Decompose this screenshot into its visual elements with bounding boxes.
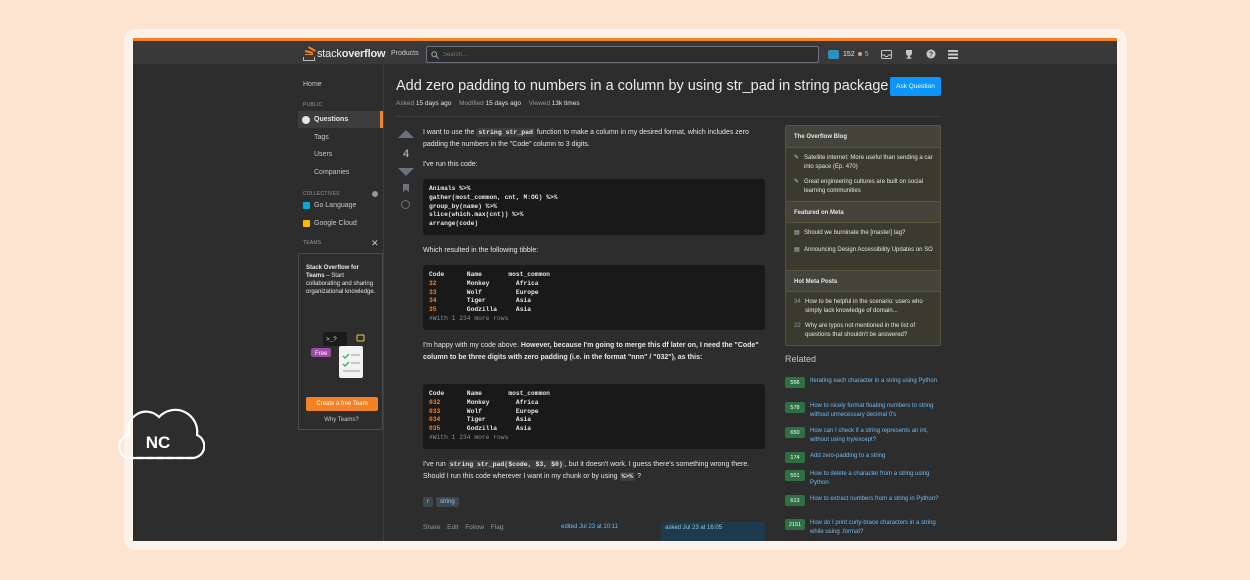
ask-question-button[interactable]: Ask Question [890, 77, 941, 96]
topbar: stackoverflow Products 1525 ? [133, 41, 1117, 65]
nav-users[interactable]: Users [314, 151, 332, 158]
why-teams-link[interactable]: Why Teams? [299, 417, 384, 423]
bronze-badge-icon [857, 52, 862, 56]
question-paragraph-4: I'm happy with my code above. However, b… [423, 342, 759, 361]
question-meta: Asked 15 days ago Modified 15 days ago V… [396, 100, 580, 107]
related-item[interactable]: 174 Add zero-padding to a string [785, 452, 941, 463]
follow-link[interactable]: Follow [465, 524, 484, 531]
stackoverflow-logo-icon [303, 45, 316, 61]
site-logo[interactable]: stackoverflow [303, 45, 386, 61]
downvote-icon[interactable] [398, 168, 414, 176]
bookmark-icon[interactable] [403, 184, 409, 192]
user-avatar[interactable] [828, 49, 839, 59]
inbox-icon[interactable] [879, 47, 895, 61]
teams-promo-text: Stack Overflow for Teams – Start collabo… [306, 265, 376, 295]
sidebar-divider [383, 65, 384, 541]
edited-info[interactable]: edited Jul 23 at 10:11 [561, 524, 618, 530]
collectives-section-label: COLLECTIVES [303, 191, 340, 197]
svg-text:>_?: >_? [326, 336, 337, 343]
pencil-icon: ✎ [794, 179, 800, 185]
nav-companies[interactable]: Companies [314, 169, 349, 176]
blog-item[interactable]: ✎ Great engineering cultures are built on… [794, 178, 934, 195]
svg-text:?: ? [928, 52, 932, 59]
search-box[interactable] [426, 46, 819, 63]
vote-count: 4 [402, 148, 410, 160]
blog-header: The Overflow Blog [786, 126, 940, 148]
browser-screen: stackoverflow Products 1525 ? Home PUBLI… [133, 38, 1117, 541]
logo-text: stackoverflow [317, 48, 386, 60]
related-item[interactable]: 613 How to extract numbers from a string … [785, 495, 941, 506]
reputation[interactable]: 152 5 [843, 51, 869, 58]
topbar-icons: 152 5 ? [828, 47, 967, 61]
meta-header: Featured on Meta [786, 201, 940, 223]
search-input[interactable] [443, 51, 803, 58]
nav-questions[interactable]: Questions [298, 111, 383, 128]
code-block-2: Code Name most_common 32 Monkey Africa 33 … [423, 265, 765, 330]
question-title[interactable]: Add zero padding to numbers in a column … [396, 78, 889, 94]
code-block-1: Animals %>% gather(most_common, cnt, M:OG… [423, 179, 765, 235]
teams-promo: Stack Overflow for Teams – Start collabo… [298, 253, 383, 430]
svg-text:NC: NC [146, 433, 171, 452]
history-icon[interactable] [401, 200, 410, 209]
collective-google-cloud[interactable]: Google Cloud [303, 220, 357, 227]
search-icon [431, 50, 439, 59]
stack-icon: ▤ [794, 247, 800, 253]
share-link[interactable]: Share [423, 524, 440, 531]
question-paragraph-5: I've run string str_pad($code, $3, $0), … [423, 460, 750, 481]
related-item[interactable]: 551 How to delete a character from a stri… [785, 470, 941, 487]
tag-string[interactable]: string [436, 497, 459, 507]
create-team-button[interactable]: Create a free Team [306, 397, 378, 411]
related-item[interactable]: 650 How can I check if a string represent… [785, 427, 941, 444]
edit-link[interactable]: Edit [447, 524, 458, 531]
pencil-icon: ✎ [794, 155, 800, 161]
hot-meta-header: Hot Meta Posts [786, 270, 940, 292]
stack-icon: ▤ [794, 230, 800, 236]
related-item[interactable]: 2151 How do I print curly-brace character… [785, 519, 941, 536]
nc-cloud-logo: NC [113, 404, 206, 466]
google-cloud-icon [303, 220, 310, 227]
site-switcher-icon[interactable] [945, 47, 961, 61]
question-paragraph-2: I've run this code: [423, 161, 478, 168]
hot-meta-item[interactable]: 22 Why are typos not mentioned in the lis… [794, 322, 934, 339]
info-icon[interactable] [372, 191, 378, 197]
public-section-label: PUBLIC [303, 102, 323, 108]
overflow-blog-widget: The Overflow Blog ✎ Satellite internet: M… [785, 125, 941, 346]
related-item[interactable]: 578 How to nicely format floating numbers… [785, 402, 941, 419]
left-sidebar: Home PUBLIC Questions Tags Users Compani… [298, 65, 383, 541]
related-item[interactable]: 556 Iterating each character in a string … [785, 377, 941, 388]
question-paragraph-3: Which resulted in the following tibble: [423, 247, 539, 254]
question-paragraph-1: I want to use the string str_pad functio… [423, 128, 749, 148]
post-actions: Share Edit Follow Flag [423, 524, 508, 531]
teams-free-badge: Free [315, 351, 328, 357]
achievements-icon[interactable] [901, 47, 917, 61]
upvote-icon[interactable] [398, 130, 414, 138]
hot-meta-item[interactable]: 34 How to be helpful in the scenario: use… [794, 298, 934, 315]
meta-item[interactable]: ▤ Should we burninate the [master] tag? [794, 229, 934, 238]
collective-go[interactable]: Go Language [303, 202, 356, 209]
help-icon[interactable]: ? [923, 47, 939, 61]
flag-link[interactable]: Flag [491, 524, 504, 531]
header-divider [396, 116, 941, 117]
close-icon[interactable]: ✕ [371, 239, 379, 248]
nav-tags[interactable]: Tags [314, 134, 329, 141]
products-link[interactable]: Products [391, 50, 419, 57]
blog-item[interactable]: ✎ Satellite internet: More useful than se… [794, 154, 934, 171]
nav-home[interactable]: Home [303, 81, 322, 88]
tag-r[interactable]: r [423, 497, 433, 507]
asked-user-card: asked Jul 23 at 16:05 [661, 522, 765, 541]
teams-section-label: TEAMS [303, 240, 322, 246]
question-tags: r string [423, 497, 459, 507]
go-language-icon [303, 202, 310, 209]
code-block-3: Code Name most_common 032 Monkey Africa 03… [423, 384, 765, 449]
related-header: Related [785, 354, 817, 364]
globe-icon [302, 115, 310, 124]
meta-item[interactable]: ▤ Announcing Design Accessibility Updates… [794, 246, 934, 255]
teams-illustration: >_? Free [311, 332, 371, 384]
